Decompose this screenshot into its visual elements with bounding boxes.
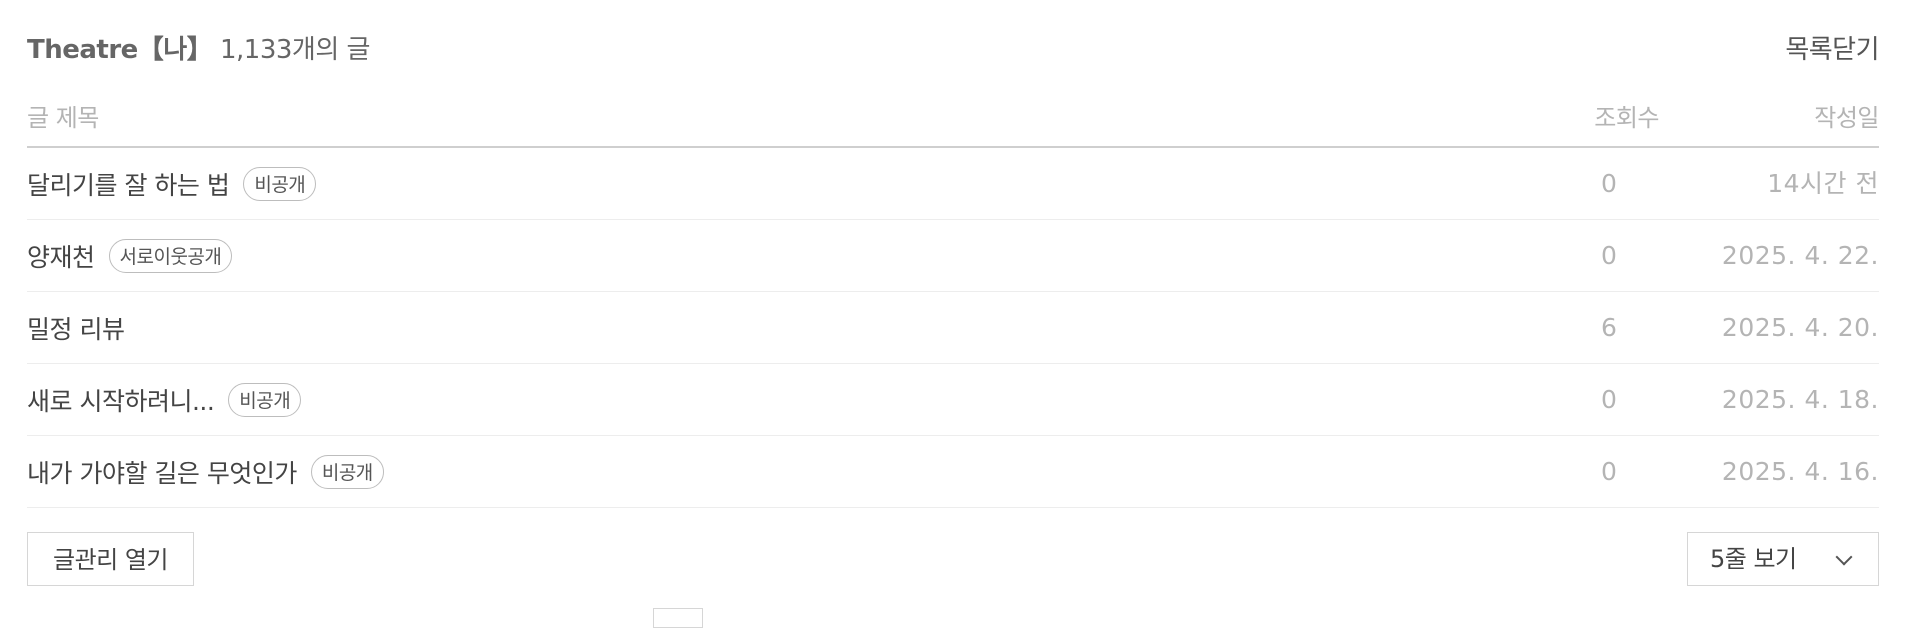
rows-per-page-select[interactable]: 5줄 보기 bbox=[1687, 532, 1879, 586]
post-title[interactable]: 밀정 리뷰 bbox=[27, 310, 125, 346]
column-header-title: 글 제목 bbox=[27, 104, 99, 132]
post-title-link[interactable]: 내가 가야할 길은 무엇인가 비공개 bbox=[27, 436, 384, 507]
post-title[interactable]: 양재천 bbox=[27, 238, 95, 274]
visibility-badge: 서로이웃공개 bbox=[108, 238, 233, 273]
close-list-button[interactable]: 목록닫기 bbox=[1785, 30, 1879, 70]
table-row: 새로 시작하려니... 비공개 0 2025. 4. 18. bbox=[27, 364, 1879, 436]
table-row: 내가 가야할 길은 무엇인가 비공개 0 2025. 4. 16. bbox=[27, 436, 1879, 508]
rows-per-page-label: 5줄 보기 bbox=[1710, 545, 1797, 573]
post-date: 2025. 4. 20. bbox=[1721, 313, 1879, 342]
post-views: 0 bbox=[1601, 241, 1617, 270]
post-date: 14시간 전 bbox=[1767, 169, 1879, 198]
post-views: 0 bbox=[1601, 169, 1617, 198]
post-date: 2025. 4. 18. bbox=[1721, 385, 1879, 414]
post-title[interactable]: 달리기를 잘 하는 법 bbox=[27, 166, 230, 202]
table-row: 밀정 리뷰 6 2025. 4. 20. bbox=[27, 292, 1879, 364]
category-name: Theatre【나】 bbox=[27, 35, 213, 65]
post-list-panel: Theatre【나】 1,133개의 글 목록닫기 글 제목 조회수 작성일 달… bbox=[27, 0, 1880, 628]
visibility-badge: 비공개 bbox=[228, 382, 302, 417]
pagination-button[interactable] bbox=[653, 608, 703, 628]
post-count: 1,133개의 글 bbox=[220, 35, 370, 65]
post-table: 글 제목 조회수 작성일 달리기를 잘 하는 법 비공개 0 14시간 전 양재… bbox=[27, 92, 1880, 508]
visibility-badge: 비공개 bbox=[310, 454, 384, 489]
table-header: 글 제목 조회수 작성일 bbox=[27, 92, 1880, 148]
table-row: 달리기를 잘 하는 법 비공개 0 14시간 전 bbox=[27, 148, 1879, 220]
table-row: 양재천 서로이웃공개 0 2025. 4. 22. bbox=[27, 220, 1879, 292]
post-views: 0 bbox=[1601, 457, 1617, 486]
post-title-link[interactable]: 밀정 리뷰 bbox=[27, 292, 125, 363]
post-title[interactable]: 내가 가야할 길은 무엇인가 bbox=[27, 454, 297, 490]
post-views: 0 bbox=[1601, 385, 1617, 414]
column-header-views: 조회수 bbox=[1594, 104, 1659, 132]
list-title: Theatre【나】 1,133개의 글 bbox=[27, 30, 370, 70]
post-views: 6 bbox=[1601, 313, 1617, 342]
post-title[interactable]: 새로 시작하려니... bbox=[27, 382, 215, 418]
manage-posts-button[interactable]: 글관리 열기 bbox=[27, 532, 194, 586]
post-date: 2025. 4. 22. bbox=[1721, 241, 1879, 270]
post-title-link[interactable]: 새로 시작하려니... 비공개 bbox=[27, 364, 302, 435]
post-title-link[interactable]: 양재천 서로이웃공개 bbox=[27, 220, 233, 291]
post-title-link[interactable]: 달리기를 잘 하는 법 비공개 bbox=[27, 148, 317, 219]
visibility-badge: 비공개 bbox=[243, 166, 317, 201]
chevron-down-icon bbox=[1835, 548, 1853, 566]
column-header-date: 작성일 bbox=[1814, 104, 1879, 132]
post-list-header: Theatre【나】 1,133개의 글 목록닫기 bbox=[27, 30, 1879, 70]
post-date: 2025. 4. 16. bbox=[1721, 457, 1879, 486]
